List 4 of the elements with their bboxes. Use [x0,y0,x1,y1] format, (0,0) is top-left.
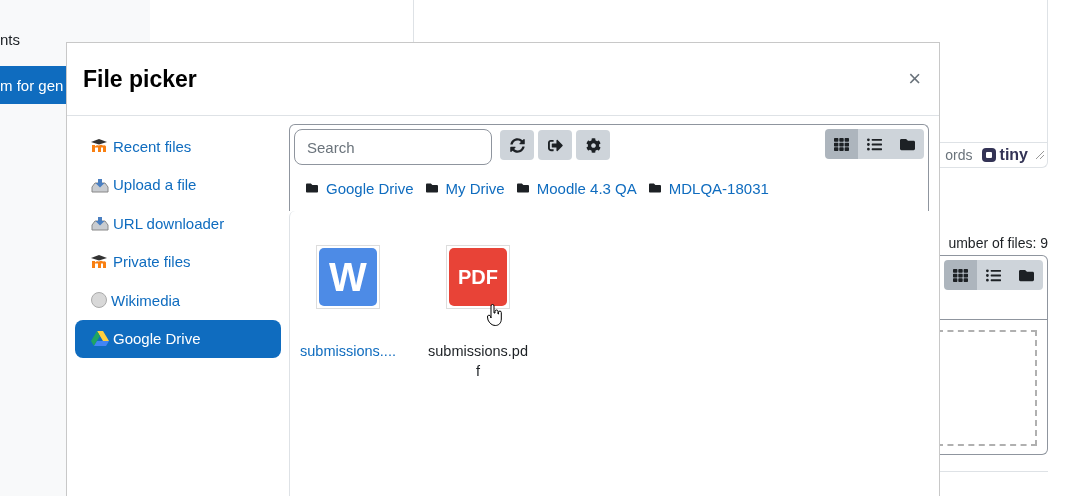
editor-brand: tiny [980,146,1028,164]
dialog-title: File picker [83,65,197,93]
file-count: umber of files: 9 [948,235,1048,251]
word-count: ords [945,147,973,163]
